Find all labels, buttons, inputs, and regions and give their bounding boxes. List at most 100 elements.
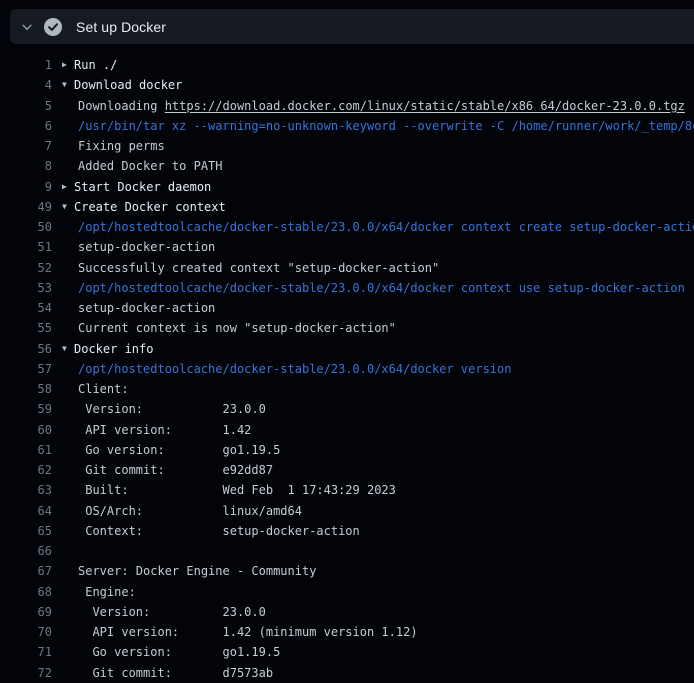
log-line: 72 Git commit: d7573ab [0, 663, 694, 683]
command-text: /opt/hostedtoolcache/docker-stable/23.0.… [78, 220, 694, 234]
log-line: 71 Go version: go1.19.5 [0, 642, 694, 662]
log-line: 57/opt/hostedtoolcache/docker-stable/23.… [0, 359, 694, 379]
log-line: 54 setup-docker-action [0, 298, 694, 318]
line-number[interactable]: 61 [0, 443, 52, 457]
line-number[interactable]: 63 [0, 483, 52, 497]
line-number[interactable]: 69 [0, 605, 52, 619]
line-number[interactable]: 52 [0, 261, 52, 275]
group-title: Run ./ [74, 58, 117, 72]
log-text: Current context is now "setup-docker-act… [78, 321, 396, 335]
log-line: 68 Engine: [0, 582, 694, 602]
log-line: 7 Fixing perms [0, 136, 694, 156]
group-title: Docker info [74, 342, 153, 356]
log-text: Built: Wed Feb 1 17:43:29 2023 [78, 483, 396, 497]
log-line: 60 API version: 1.42 [0, 420, 694, 440]
chevron-down-icon[interactable] [10, 20, 44, 34]
command-text: /opt/hostedtoolcache/docker-stable/23.0.… [78, 362, 511, 376]
line-number[interactable]: 60 [0, 423, 52, 437]
log-text: Context: setup-docker-action [78, 524, 360, 538]
line-number[interactable]: 62 [0, 463, 52, 477]
line-number[interactable]: 68 [0, 585, 52, 599]
log-text: API version: 1.42 (minimum version 1.12) [78, 625, 418, 639]
check-circle-icon [44, 18, 62, 36]
line-number[interactable]: 50 [0, 220, 52, 234]
log-line: 62 Git commit: e92dd87 [0, 460, 694, 480]
log-line: 63 Built: Wed Feb 1 17:43:29 2023 [0, 480, 694, 500]
line-number[interactable]: 6 [0, 119, 52, 133]
line-number[interactable]: 65 [0, 524, 52, 538]
triangle-expanded-icon[interactable]: ▼ [62, 345, 74, 353]
log-group-row[interactable]: 56 ▼Docker info [0, 339, 694, 359]
step-title: Set up Docker [76, 19, 166, 35]
line-number[interactable]: 67 [0, 564, 52, 578]
log-container: 1▶Run ./4▼Download docker5Downloading ht… [0, 44, 694, 683]
line-number[interactable]: 9 [0, 180, 52, 194]
group-title: Download docker [74, 78, 182, 92]
command-text: /opt/hostedtoolcache/docker-stable/23.0.… [78, 281, 685, 295]
log-text: Fixing perms [78, 139, 165, 153]
line-number[interactable]: 64 [0, 504, 52, 518]
line-number[interactable]: 57 [0, 362, 52, 376]
log-text: Successfully created context "setup-dock… [78, 261, 439, 275]
log-line: 65 Context: setup-docker-action [0, 521, 694, 541]
log-text: Client: [78, 382, 129, 396]
log-line: 70 API version: 1.42 (minimum version 1.… [0, 622, 694, 642]
line-number[interactable]: 8 [0, 159, 52, 173]
log-line: 52 Successfully created context "setup-do… [0, 258, 694, 278]
log-text: setup-docker-action [78, 240, 215, 254]
log-text-prefix: Downloading [78, 99, 165, 113]
log-line: 50/opt/hostedtoolcache/docker-stable/23.… [0, 217, 694, 237]
log-line: 55 Current context is now "setup-docker-a… [0, 318, 694, 338]
line-number[interactable]: 59 [0, 402, 52, 416]
group-title: Start Docker daemon [74, 180, 211, 194]
line-number[interactable]: 72 [0, 666, 52, 680]
log-text: Downloading https://download.docker.com/… [78, 99, 685, 113]
line-number[interactable]: 66 [0, 544, 52, 558]
log-text: Go version: go1.19.5 [78, 443, 280, 457]
log-line: 58 Client: [0, 379, 694, 399]
log-line: 64 OS/Arch: linux/amd64 [0, 501, 694, 521]
log-group-row[interactable]: 9 ▶Start Docker daemon [0, 177, 694, 197]
group-title: Create Docker context [74, 200, 226, 214]
log-line: 6/usr/bin/tar xz --warning=no-unknown-ke… [0, 116, 694, 136]
log-text: Git commit: d7573ab [78, 666, 273, 680]
line-number[interactable]: 58 [0, 382, 52, 396]
line-number[interactable]: 70 [0, 625, 52, 639]
line-number[interactable]: 54 [0, 301, 52, 315]
log-text: setup-docker-action [78, 301, 215, 315]
command-text: /usr/bin/tar xz --warning=no-unknown-key… [78, 119, 694, 133]
log-group-row[interactable]: 49 ▼Create Docker context [0, 197, 694, 217]
log-text: Git commit: e92dd87 [78, 463, 273, 477]
log-text: Engine: [78, 585, 136, 599]
log-line: 51 setup-docker-action [0, 237, 694, 257]
log-line: 8 Added Docker to PATH [0, 156, 694, 176]
triangle-collapsed-icon[interactable]: ▶ [62, 61, 74, 69]
line-number[interactable]: 1 [0, 58, 52, 72]
log-line: 69 Version: 23.0.0 [0, 602, 694, 622]
line-number[interactable]: 49 [0, 200, 52, 214]
triangle-collapsed-icon[interactable]: ▶ [62, 183, 74, 191]
log-line: 59 Version: 23.0.0 [0, 399, 694, 419]
triangle-expanded-icon[interactable]: ▼ [62, 81, 74, 89]
line-number[interactable]: 5 [0, 99, 52, 113]
log-text: Added Docker to PATH [78, 159, 223, 173]
log-line: 53/opt/hostedtoolcache/docker-stable/23.… [0, 278, 694, 298]
line-number[interactable]: 56 [0, 342, 52, 356]
step-header[interactable]: Set up Docker [10, 9, 694, 44]
line-number[interactable]: 55 [0, 321, 52, 335]
log-line: 67 Server: Docker Engine - Community [0, 561, 694, 581]
line-number[interactable]: 53 [0, 281, 52, 295]
log-link[interactable]: https://download.docker.com/linux/static… [165, 99, 685, 113]
line-number[interactable]: 4 [0, 78, 52, 92]
log-group-row[interactable]: 1 ▶Run ./ [0, 55, 694, 75]
log-line: 61 Go version: go1.19.5 [0, 440, 694, 460]
line-number[interactable]: 7 [0, 139, 52, 153]
log-group-row[interactable]: 4 ▼Download docker [0, 75, 694, 95]
log-line: 66 [0, 541, 694, 561]
log-text: Go version: go1.19.5 [78, 645, 280, 659]
log-text: Server: Docker Engine - Community [78, 564, 316, 578]
log-text: OS/Arch: linux/amd64 [78, 504, 302, 518]
line-number[interactable]: 71 [0, 645, 52, 659]
triangle-expanded-icon[interactable]: ▼ [62, 203, 74, 211]
line-number[interactable]: 51 [0, 240, 52, 254]
